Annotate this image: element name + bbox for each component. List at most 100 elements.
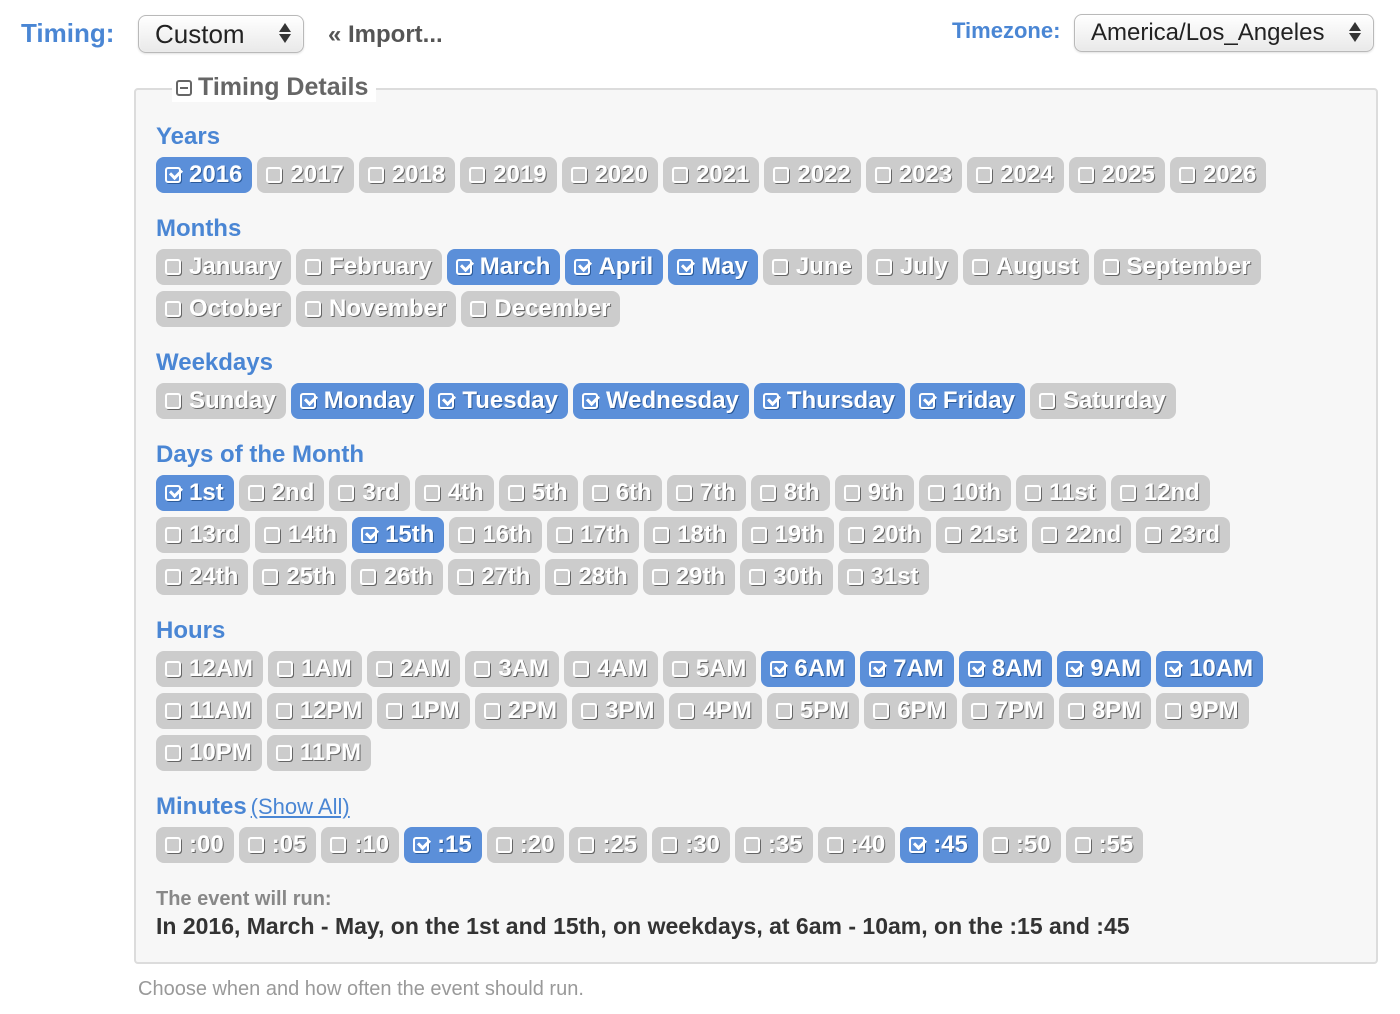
months-option[interactable]: December (461, 291, 621, 327)
checkbox-icon[interactable] (277, 661, 294, 677)
weekdays-option[interactable]: Saturday (1029, 383, 1176, 419)
minutes-option[interactable]: :15 (404, 827, 482, 863)
hours-option[interactable]: 6AM (761, 651, 856, 687)
checkbox-icon[interactable] (1077, 167, 1094, 183)
minutes-option[interactable]: :05 (238, 827, 317, 863)
checkbox-icon[interactable] (469, 167, 486, 183)
weekdays-option[interactable]: Wednesday (572, 383, 749, 419)
days-option[interactable]: 9th (834, 475, 914, 511)
checkbox-icon[interactable] (457, 569, 474, 585)
days-option[interactable]: 22nd (1032, 517, 1132, 553)
days-option[interactable]: 11st (1016, 475, 1106, 511)
years-option[interactable]: 2017 (257, 157, 354, 193)
days-option[interactable]: 2nd (238, 475, 325, 511)
checkbox-icon[interactable] (843, 485, 860, 501)
checkbox-icon[interactable] (275, 745, 292, 761)
checkbox-icon[interactable] (1102, 259, 1119, 275)
days-option[interactable]: 31st (837, 559, 929, 595)
checkbox-icon[interactable] (386, 703, 403, 719)
weekdays-option[interactable]: Monday (290, 383, 425, 419)
checkbox-icon[interactable] (750, 527, 767, 543)
hours-option[interactable]: 7AM (860, 651, 954, 687)
days-option[interactable]: 7th (666, 475, 746, 511)
checkbox-icon[interactable] (578, 837, 595, 853)
checkbox-icon[interactable] (875, 259, 892, 275)
checkbox-icon[interactable] (330, 837, 347, 853)
checkbox-checked-icon[interactable] (574, 259, 591, 275)
days-option[interactable]: 8th (750, 475, 830, 511)
days-option[interactable]: 18th (644, 517, 737, 553)
checkbox-icon[interactable] (653, 527, 670, 543)
hours-option[interactable]: 9PM (1156, 693, 1249, 729)
minutes-option[interactable]: :10 (321, 827, 400, 863)
checkbox-icon[interactable] (945, 527, 962, 543)
years-option[interactable]: 2021 (662, 157, 760, 193)
checkbox-icon[interactable] (266, 167, 283, 183)
hours-option[interactable]: 8AM (958, 651, 1053, 687)
checkbox-icon[interactable] (165, 393, 181, 409)
hours-option[interactable]: 12AM (156, 651, 264, 687)
months-option[interactable]: August (962, 249, 1089, 285)
checkbox-icon[interactable] (495, 837, 512, 853)
days-option[interactable]: 19th (741, 517, 834, 553)
days-option[interactable]: 4th (414, 475, 494, 511)
days-option[interactable]: 10th (918, 475, 1012, 511)
days-option[interactable]: 12nd (1110, 475, 1210, 511)
checkbox-icon[interactable] (165, 661, 181, 677)
checkbox-icon[interactable] (555, 527, 572, 543)
timing-select[interactable]: Custom (138, 15, 304, 53)
checkbox-icon[interactable] (927, 485, 944, 501)
hours-option[interactable]: 3PM (572, 693, 665, 729)
checkbox-checked-icon[interactable] (361, 527, 378, 543)
days-option[interactable]: 5th (498, 475, 578, 511)
checkbox-icon[interactable] (976, 167, 993, 183)
years-option[interactable]: 2022 (764, 157, 861, 193)
checkbox-icon[interactable] (971, 259, 988, 275)
checkbox-icon[interactable] (165, 745, 181, 761)
weekdays-option[interactable]: Sunday (156, 383, 286, 419)
checkbox-checked-icon[interactable] (909, 837, 926, 853)
months-option[interactable]: September (1093, 249, 1261, 285)
days-option[interactable]: 26th (350, 559, 444, 595)
timezone-select[interactable]: America/Los_Angeles (1074, 14, 1374, 52)
hours-option[interactable]: 4AM (564, 651, 658, 687)
days-option[interactable]: 28th (545, 559, 638, 595)
checkbox-icon[interactable] (991, 837, 1008, 853)
hours-option[interactable]: 2AM (366, 651, 461, 687)
checkbox-icon[interactable] (775, 703, 792, 719)
minutes-option[interactable]: :00 (156, 827, 234, 863)
years-option[interactable]: 2025 (1068, 157, 1165, 193)
checkbox-icon[interactable] (675, 485, 692, 501)
show-all-link[interactable]: (Show All) (251, 794, 350, 819)
checkbox-checked-icon[interactable] (581, 393, 598, 409)
checkbox-checked-icon[interactable] (762, 393, 779, 409)
checkbox-icon[interactable] (338, 485, 355, 501)
timing-details-toggle[interactable]: Timing Details (172, 73, 377, 102)
checkbox-icon[interactable] (1145, 527, 1162, 543)
minutes-option[interactable]: :35 (734, 827, 813, 863)
days-option[interactable]: 6th (582, 475, 662, 511)
collapse-icon[interactable] (176, 79, 192, 96)
months-option[interactable]: May (668, 249, 758, 285)
hours-option[interactable]: 12PM (266, 693, 373, 729)
minutes-option[interactable]: :20 (486, 827, 565, 863)
checkbox-checked-icon[interactable] (455, 259, 472, 275)
hours-option[interactable]: 2PM (474, 693, 568, 729)
hours-option[interactable]: 11PM (266, 735, 372, 771)
checkbox-icon[interactable] (165, 259, 181, 275)
checkbox-icon[interactable] (743, 837, 760, 853)
hours-option[interactable]: 6PM (864, 693, 957, 729)
weekdays-option[interactable]: Thursday (753, 383, 905, 419)
years-option[interactable]: 2023 (865, 157, 963, 193)
checkbox-icon[interactable] (773, 167, 790, 183)
checkbox-checked-icon[interactable] (165, 167, 181, 183)
days-option[interactable]: 20th (838, 517, 932, 553)
checkbox-icon[interactable] (470, 301, 487, 317)
hours-option[interactable]: 11AM (156, 693, 262, 729)
years-option[interactable]: 2018 (358, 157, 456, 193)
checkbox-icon[interactable] (423, 485, 440, 501)
years-option[interactable]: 2019 (460, 157, 557, 193)
years-option[interactable]: 2016 (156, 157, 253, 193)
months-option[interactable]: February (296, 249, 442, 285)
checkbox-icon[interactable] (165, 837, 181, 853)
